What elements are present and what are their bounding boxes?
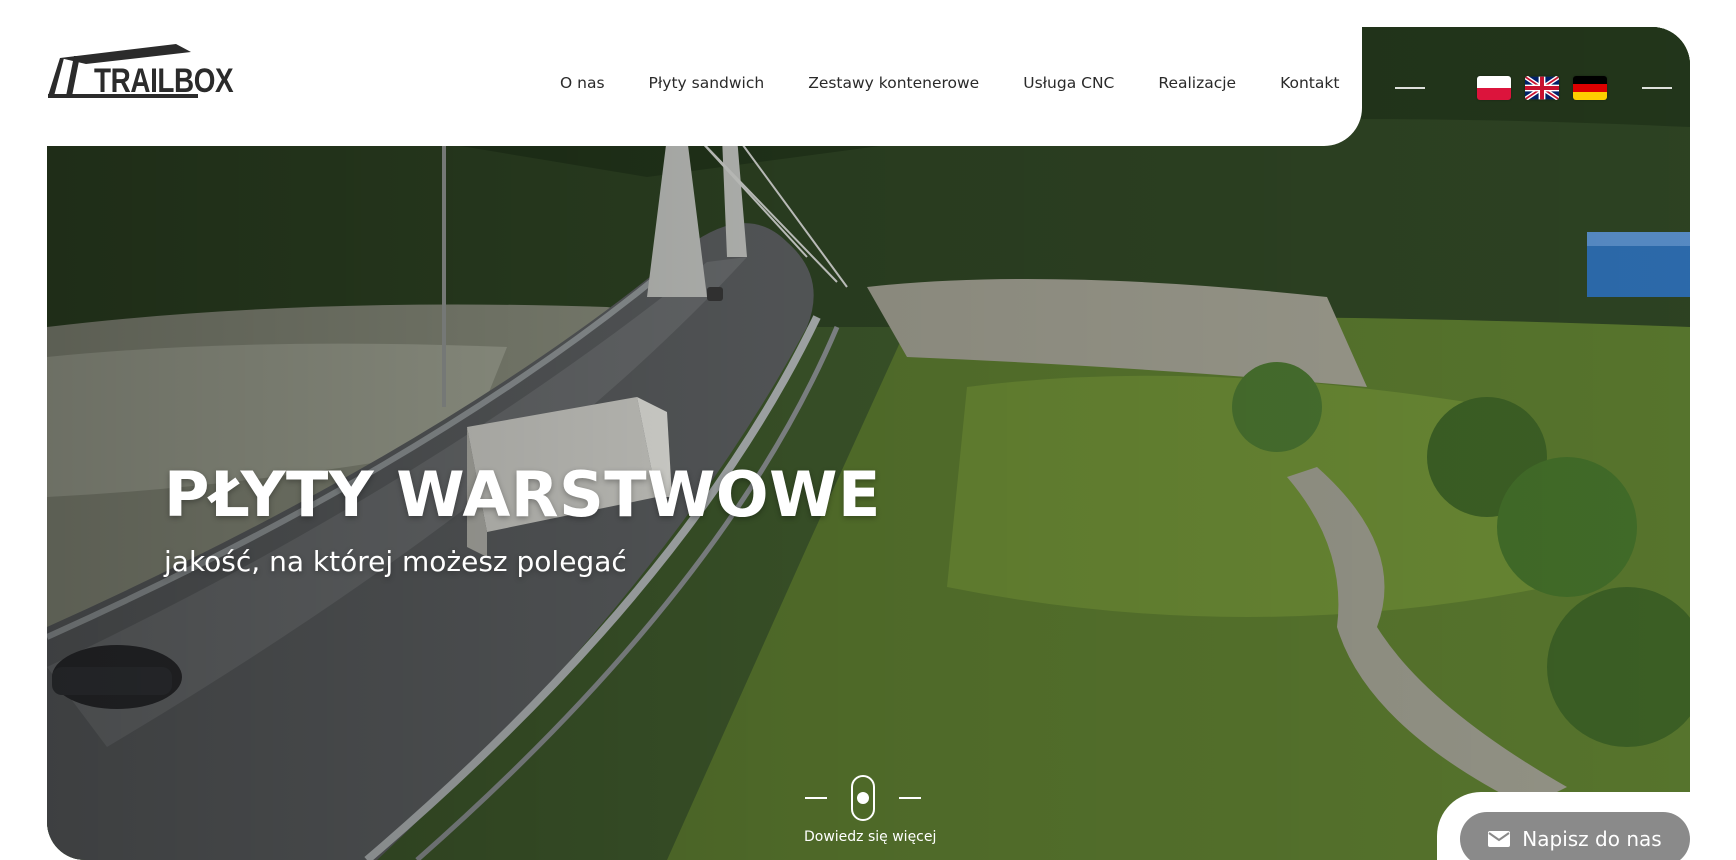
nav-item-zestawy-kontenerowe[interactable]: Zestawy kontenerowe [808, 74, 979, 92]
nav-item-kontakt[interactable]: Kontakt [1280, 74, 1339, 92]
hero-overlay [47, 27, 1690, 860]
scroll-dash-right [899, 797, 921, 799]
flag-pl-icon[interactable] [1477, 76, 1511, 100]
nav-item-realizacje[interactable]: Realizacje [1158, 74, 1236, 92]
contact-button[interactable]: Napisz do nas [1460, 812, 1690, 860]
language-switcher [1395, 76, 1672, 100]
scroll-dash-left [805, 797, 827, 799]
page: TRAILBOX O nas Płyty sandwich Zestawy ko… [0, 0, 1736, 860]
scroll-label[interactable]: Dowiedz się więcej [804, 829, 936, 845]
divider-right [1642, 87, 1672, 89]
nav-item-o-nas[interactable]: O nas [560, 74, 605, 92]
logo[interactable]: TRAILBOX [46, 38, 236, 108]
hero-title: PŁYTY WARSTWOWE [164, 458, 881, 531]
mouse-scroll-icon[interactable] [851, 775, 875, 821]
nav-item-usluga-cnc[interactable]: Usługa CNC [1023, 74, 1114, 92]
logo-text: TRAILBOX [94, 62, 234, 100]
contact-button-label: Napisz do nas [1522, 827, 1662, 851]
language-flags [1477, 76, 1607, 100]
flag-gb-icon[interactable] [1525, 76, 1559, 100]
hero-banner [47, 27, 1690, 860]
divider-left [1395, 87, 1425, 89]
nav-item-plyty-sandwich[interactable]: Płyty sandwich [649, 74, 765, 92]
flag-de-icon[interactable] [1573, 76, 1607, 100]
header: TRAILBOX [0, 0, 1362, 146]
hero-subtitle: jakość, na której możesz polegać [164, 545, 627, 578]
scroll-indicator[interactable] [805, 775, 921, 821]
main-nav: O nas Płyty sandwich Zestawy kontenerowe… [560, 74, 1339, 92]
mail-icon [1488, 831, 1511, 847]
